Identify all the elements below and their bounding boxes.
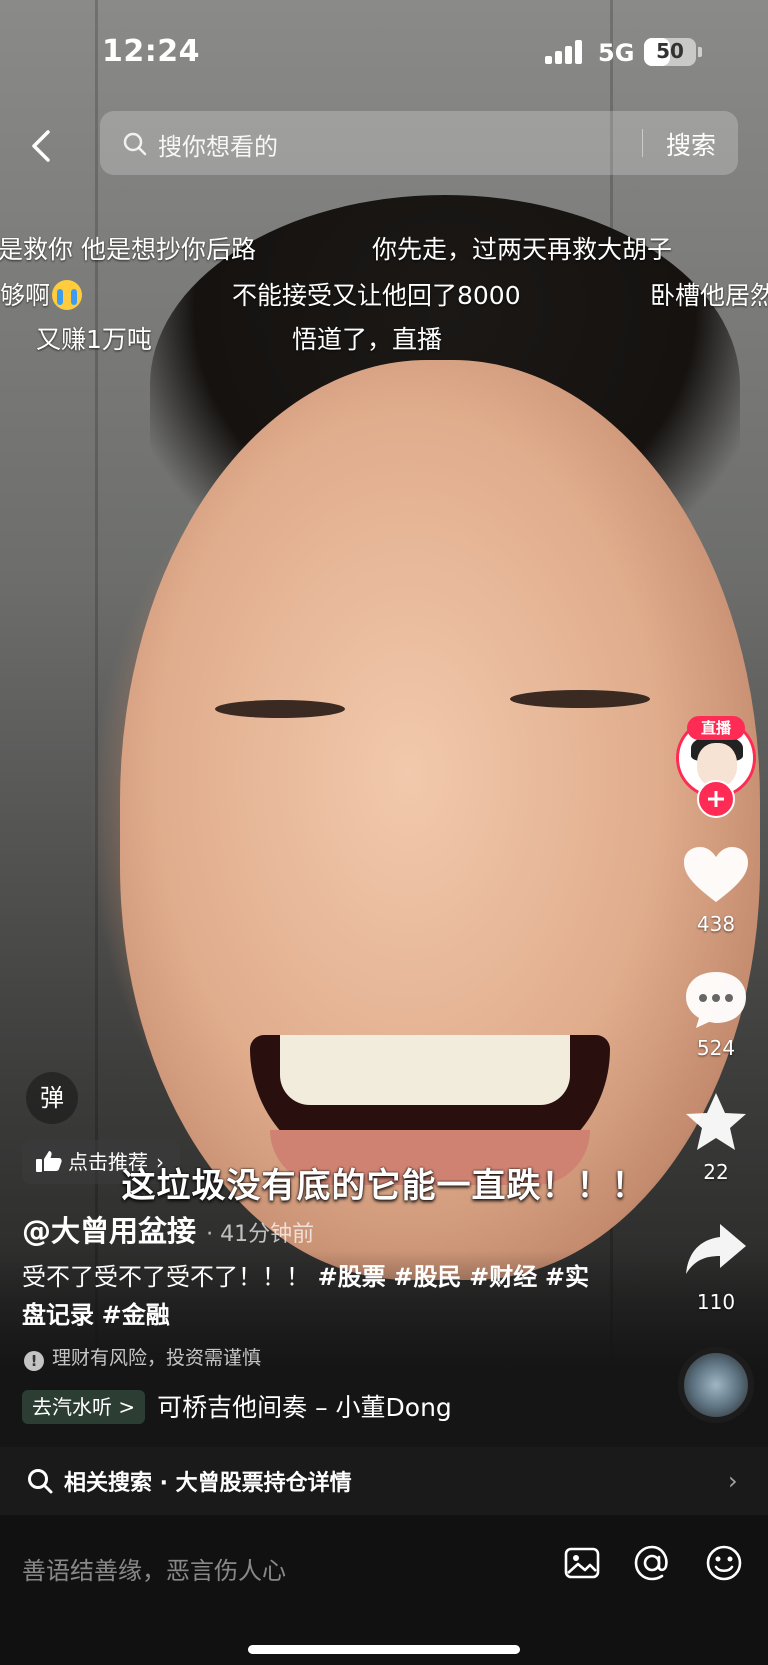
comment-bar: 善语结善缘，恶言伤人心 xyxy=(0,1515,768,1665)
search-icon xyxy=(123,132,147,156)
danmaku-item: 卧槽他居然 xyxy=(650,281,768,310)
search-input[interactable]: 搜你想看的 xyxy=(158,127,278,162)
live-badge[interactable]: 直播 xyxy=(687,716,745,740)
warning-icon: ! xyxy=(24,1351,44,1371)
danmaku-item: 是救你 他是想抄你后路 xyxy=(0,235,256,264)
status-time: 12:24 xyxy=(102,34,200,69)
comment-input[interactable]: 善语结善缘，恶言伤人心 xyxy=(22,1551,286,1586)
share-count: 110 xyxy=(696,1290,736,1314)
home-indicator xyxy=(248,1645,520,1654)
image-icon[interactable] xyxy=(562,1543,602,1583)
like-button[interactable] xyxy=(680,844,752,908)
star-icon xyxy=(686,1093,746,1150)
danmaku-item: 悟道了，直播 xyxy=(292,325,443,354)
search-bar[interactable]: 搜你想看的 搜索 xyxy=(100,111,738,175)
hashtag[interactable]: #财经 xyxy=(469,1263,537,1291)
danmaku-item: 够啊 xyxy=(0,276,83,312)
emoji-icon[interactable] xyxy=(704,1543,744,1583)
music-title[interactable]: 可桥吉他间奏 – 小董Dong xyxy=(157,1388,452,1424)
qishui-listen-button[interactable]: 去汽水听 > xyxy=(22,1390,146,1424)
hashtag[interactable]: #金融 xyxy=(102,1301,170,1329)
search-button[interactable]: 搜索 xyxy=(666,126,716,162)
battery-level: 50 xyxy=(656,39,684,63)
status-bar: 12:24 5G 50 xyxy=(0,0,768,100)
network-type: 5G xyxy=(598,39,635,67)
video-eye-left xyxy=(215,700,345,718)
danmaku-item: 不能接受又让他回了8000 xyxy=(232,281,521,310)
search-divider xyxy=(642,129,643,157)
post-timestamp: · 41分钟前 xyxy=(206,1222,315,1247)
music-disc[interactable] xyxy=(678,1347,754,1423)
battery-icon: 50 xyxy=(644,38,696,66)
hashtag[interactable]: #股民 xyxy=(393,1263,461,1291)
chevron-right-icon: › xyxy=(728,1467,738,1495)
comment-button[interactable] xyxy=(680,968,752,1032)
video-eye-right xyxy=(510,690,650,708)
follow-button[interactable] xyxy=(697,780,735,818)
back-button[interactable] xyxy=(22,118,62,174)
favorite-button[interactable] xyxy=(680,1090,752,1154)
music-row: 去汽水听 > 可桥吉他间奏 – 小董Dong xyxy=(22,1388,452,1424)
danmaku-item: 又赚1万吨 xyxy=(36,325,152,354)
crying-emoji-icon xyxy=(52,280,83,310)
video-caption: 这垃圾没有底的它能一直跌！！！ xyxy=(121,1166,647,1206)
hashtag[interactable]: #股票 xyxy=(318,1263,386,1291)
battery-cap xyxy=(698,47,702,57)
risk-warning: ! 理财有风险，投资需谨慎 xyxy=(24,1343,261,1371)
author-name[interactable]: @大曾用盆接 · 41分钟前 xyxy=(22,1208,314,1250)
chevron-left-icon xyxy=(32,130,50,162)
description-text: 受不了受不了受不了！！！ xyxy=(22,1263,318,1291)
video-description: 受不了受不了受不了！！！ #股票 #股民 #财经 #实盘记录 #金融 xyxy=(22,1258,612,1334)
like-count: 438 xyxy=(696,912,736,936)
search-icon xyxy=(28,1469,53,1494)
share-arrow-icon xyxy=(686,1224,746,1274)
share-button[interactable] xyxy=(680,1218,752,1282)
heart-icon xyxy=(684,847,748,902)
related-search-label: 相关搜索 · 大曾股票持仓详情 xyxy=(64,1471,352,1496)
danmaku-item: 你先走，过两天再救大胡子 xyxy=(372,235,673,264)
cellular-signal-icon xyxy=(545,40,585,64)
comment-count: 524 xyxy=(696,1036,736,1060)
related-search-bar[interactable]: 相关搜索 · 大曾股票持仓详情 › xyxy=(0,1447,768,1515)
comment-bubble-icon xyxy=(686,972,746,1028)
at-sign-icon[interactable] xyxy=(632,1543,672,1583)
danmaku-toggle[interactable]: 弹 xyxy=(26,1072,78,1124)
